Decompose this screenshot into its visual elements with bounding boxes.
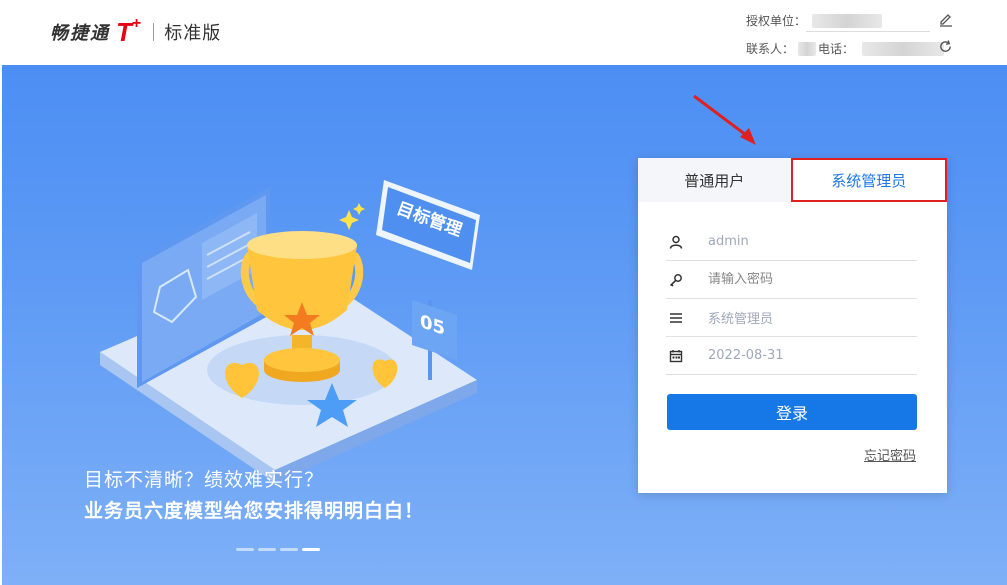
contact-label: 联系人： <box>746 42 795 56</box>
carousel-dot[interactable] <box>236 548 254 551</box>
license-underline <box>806 31 930 32</box>
license-row: 授权单位： <box>746 12 883 29</box>
role-value: 系统管理员 <box>708 312 774 327</box>
contact-value-redacted <box>798 41 817 56</box>
date-field[interactable]: 2022-08-31 <box>666 337 917 375</box>
role-field[interactable]: 系统管理员 <box>666 299 917 337</box>
menu-icon <box>668 310 684 326</box>
password-input[interactable] <box>708 272 898 287</box>
phone-label: 电话： <box>818 42 855 56</box>
refresh-icon[interactable] <box>938 39 953 58</box>
username-value: admin <box>708 234 749 249</box>
username-field[interactable]: admin <box>666 223 917 261</box>
user-icon <box>668 234 684 250</box>
edition-label: 标准版 <box>164 23 222 44</box>
slogan-line-1: 目标不清晰？绩效难实行？ <box>84 469 325 491</box>
login-button[interactable]: 登录 <box>667 394 917 430</box>
logo-t-mark: T <box>116 16 132 47</box>
license-value-redacted <box>812 13 883 28</box>
calendar-icon <box>668 348 684 364</box>
carousel-dot[interactable] <box>258 548 276 551</box>
brand-logo: 畅捷通 T + 标准版 <box>50 15 222 48</box>
carousel-dots <box>236 548 320 551</box>
tab-system-admin[interactable]: 系统管理员 <box>790 158 947 202</box>
logo-plus-mark: + <box>131 15 142 32</box>
phone-value-redacted <box>862 41 945 56</box>
date-value: 2022-08-31 <box>708 348 784 363</box>
edit-icon[interactable] <box>938 11 954 31</box>
login-tabs: 普通用户 系统管理员 <box>638 158 947 202</box>
logo-divider <box>153 23 155 41</box>
license-label: 授权单位： <box>746 14 807 28</box>
carousel-dot[interactable] <box>280 548 298 551</box>
login-panel: 普通用户 系统管理员 admin 系统管理员 2022-08-31 登录 忘记密… <box>638 158 947 493</box>
forgot-password-link[interactable]: 忘记密码 <box>864 445 916 464</box>
tab-normal-user[interactable]: 普通用户 <box>638 158 791 202</box>
top-header: 畅捷通 T + 标准版 授权单位： 联系人： 电话： <box>0 0 1007 65</box>
slogan-line-2: 业务员六度模型给您安排得明明白白！ <box>84 500 425 522</box>
password-field[interactable] <box>666 261 917 299</box>
carousel-dot-active[interactable] <box>302 548 320 551</box>
logo-brand-text: 畅捷通 <box>50 23 110 44</box>
contact-row: 联系人： 电话： <box>746 40 945 57</box>
key-icon <box>668 272 684 288</box>
